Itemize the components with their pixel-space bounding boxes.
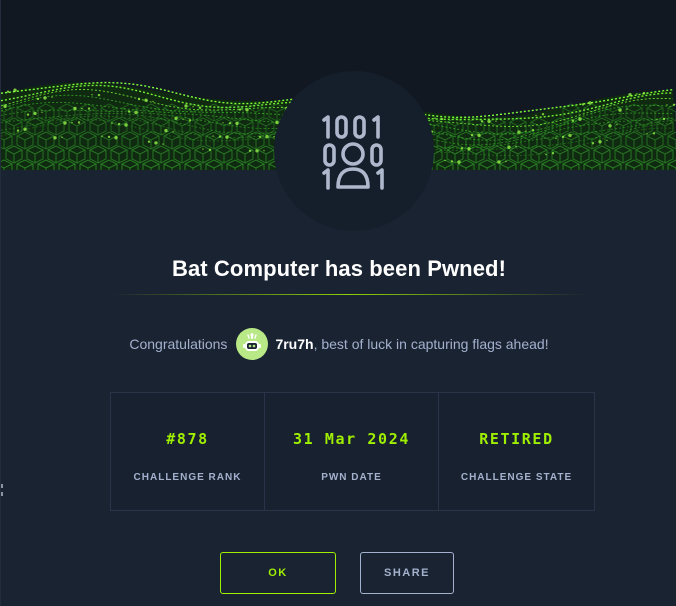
pwn-date-label: PWN DATE <box>321 472 382 483</box>
congrats-suffix: , best of luck in capturing flags ahead! <box>313 336 549 352</box>
edge-handle <box>1 482 4 498</box>
robot-avatar-icon <box>243 333 262 351</box>
title-divider <box>111 294 587 295</box>
username[interactable]: 7ru7h <box>275 336 313 352</box>
user-avatar[interactable] <box>236 328 269 360</box>
challenge-rank-value: #878 <box>166 430 209 448</box>
challenge-rank-label: CHALLENGE RANK <box>133 472 242 483</box>
challenge-state-value: RETIRED <box>479 430 554 448</box>
binary-user-icon <box>322 115 384 190</box>
modal-title: Bat Computer has been Pwned! <box>171 256 507 281</box>
congrats-prefix: Congratulations <box>129 336 228 352</box>
pwn-date-value: 31 Mar 2024 <box>293 430 410 448</box>
congrats-message: Congratulations 7ru7h , best of luck in … <box>1 328 676 360</box>
stats-panel: #878 CHALLENGE RANK 31 Mar 2024 PWN DATE… <box>110 392 595 511</box>
share-button[interactable]: SHARE <box>360 552 454 594</box>
stat-challenge-rank: #878 CHALLENGE RANK <box>111 393 265 510</box>
stat-challenge-state: RETIRED CHALLENGE STATE <box>439 393 594 510</box>
machine-badge <box>274 71 434 231</box>
pwned-modal: Bat Computer has been Pwned! Congratulat… <box>0 0 676 606</box>
challenge-state-label: CHALLENGE STATE <box>460 472 573 483</box>
stat-pwn-date: 31 Mar 2024 PWN DATE <box>265 393 439 510</box>
ok-button[interactable]: OK <box>220 552 336 594</box>
